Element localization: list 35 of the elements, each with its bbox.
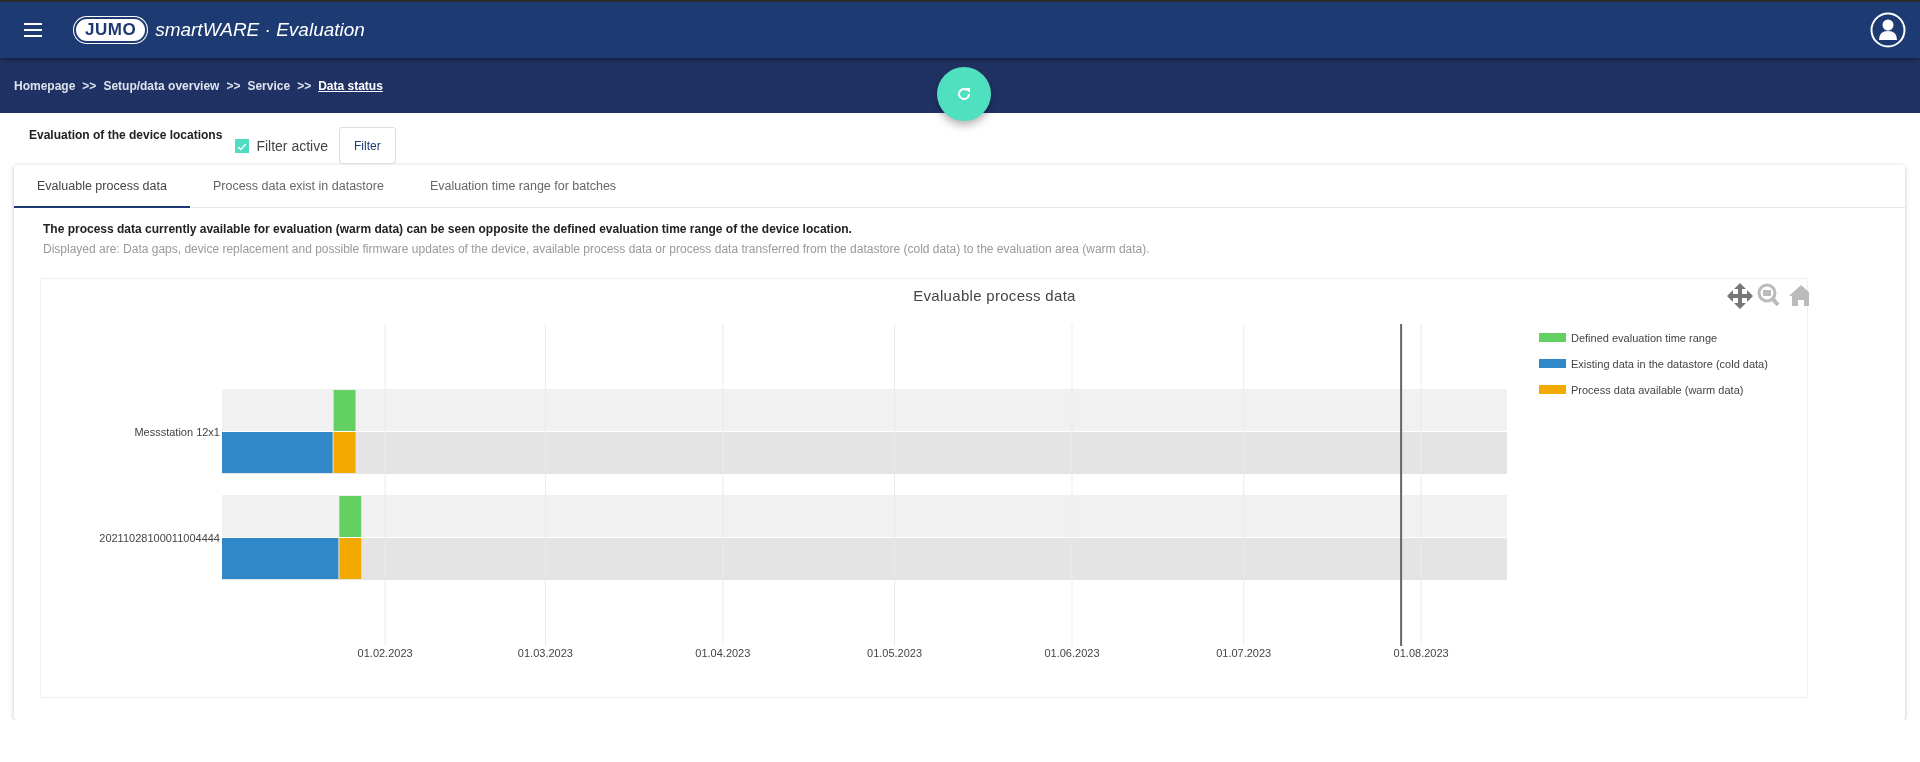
breadcrumb-separator: >> bbox=[226, 78, 241, 93]
chart-title: Evaluable process data bbox=[913, 287, 1076, 304]
breadcrumb-link[interactable]: Homepage bbox=[14, 78, 76, 93]
tab[interactable]: Evaluation time range for batches bbox=[406, 165, 640, 208]
current-breadcrumb[interactable]: Data status bbox=[318, 78, 383, 93]
filter-button[interactable]: Filter bbox=[338, 127, 396, 164]
checkbox[interactable] bbox=[235, 139, 250, 153]
section-title: Evaluation of the device locations bbox=[29, 128, 223, 142]
logo: JUMO bbox=[74, 17, 148, 43]
move-toolbar-icon[interactable] bbox=[1727, 283, 1753, 309]
legend-label: Process data available (warm data) bbox=[1571, 384, 1744, 396]
category-label: 20211028100011004444 bbox=[99, 532, 220, 544]
legend-label: Existing data in the datastore (cold data) bbox=[1571, 358, 1768, 370]
legend-label: Defined evaluation time range bbox=[1571, 332, 1718, 344]
axis-tick-label: 01.02.2023 bbox=[357, 647, 413, 659]
axis-tick-label: 01.05.2023 bbox=[867, 647, 923, 659]
user-avatar-icon[interactable] bbox=[1870, 12, 1906, 48]
breadcrumb-link[interactable]: Service bbox=[247, 78, 291, 93]
breadcrumb-separator: >> bbox=[82, 78, 97, 93]
tab[interactable]: Evaluable process data bbox=[14, 165, 190, 208]
menu-icon[interactable] bbox=[24, 23, 42, 37]
app-title: smartWARE · Evaluation bbox=[155, 19, 365, 41]
checkbox-label: Filter active bbox=[256, 138, 328, 154]
axis-tick-label: 01.08.2023 bbox=[1393, 647, 1449, 659]
axis-tick-label: 01.03.2023 bbox=[517, 647, 573, 659]
axis-tick-label: 01.07.2023 bbox=[1216, 647, 1272, 659]
refresh-icon bbox=[956, 86, 972, 102]
breadcrumb-link[interactable]: Setup/data overview bbox=[103, 78, 220, 93]
description-heading: The process data currently available for evaluation (warm data) can be seen opposite the defined evaluation time range of the device location. bbox=[43, 222, 853, 236]
axis-tick-label: 01.04.2023 bbox=[695, 647, 751, 659]
description-text: Displayed are: Data gaps, device replacement and possible firmware updates of the device, available process data or process data transferred from the datastore (cold data) to the evaluation area (warm data). bbox=[43, 242, 1151, 256]
tab[interactable]: Process data exist in datastore bbox=[189, 165, 407, 208]
category-label: Messstation 12x1 bbox=[134, 426, 220, 438]
breadcrumb-separator: >> bbox=[297, 78, 312, 93]
axis-tick-label: 01.06.2023 bbox=[1044, 647, 1100, 659]
